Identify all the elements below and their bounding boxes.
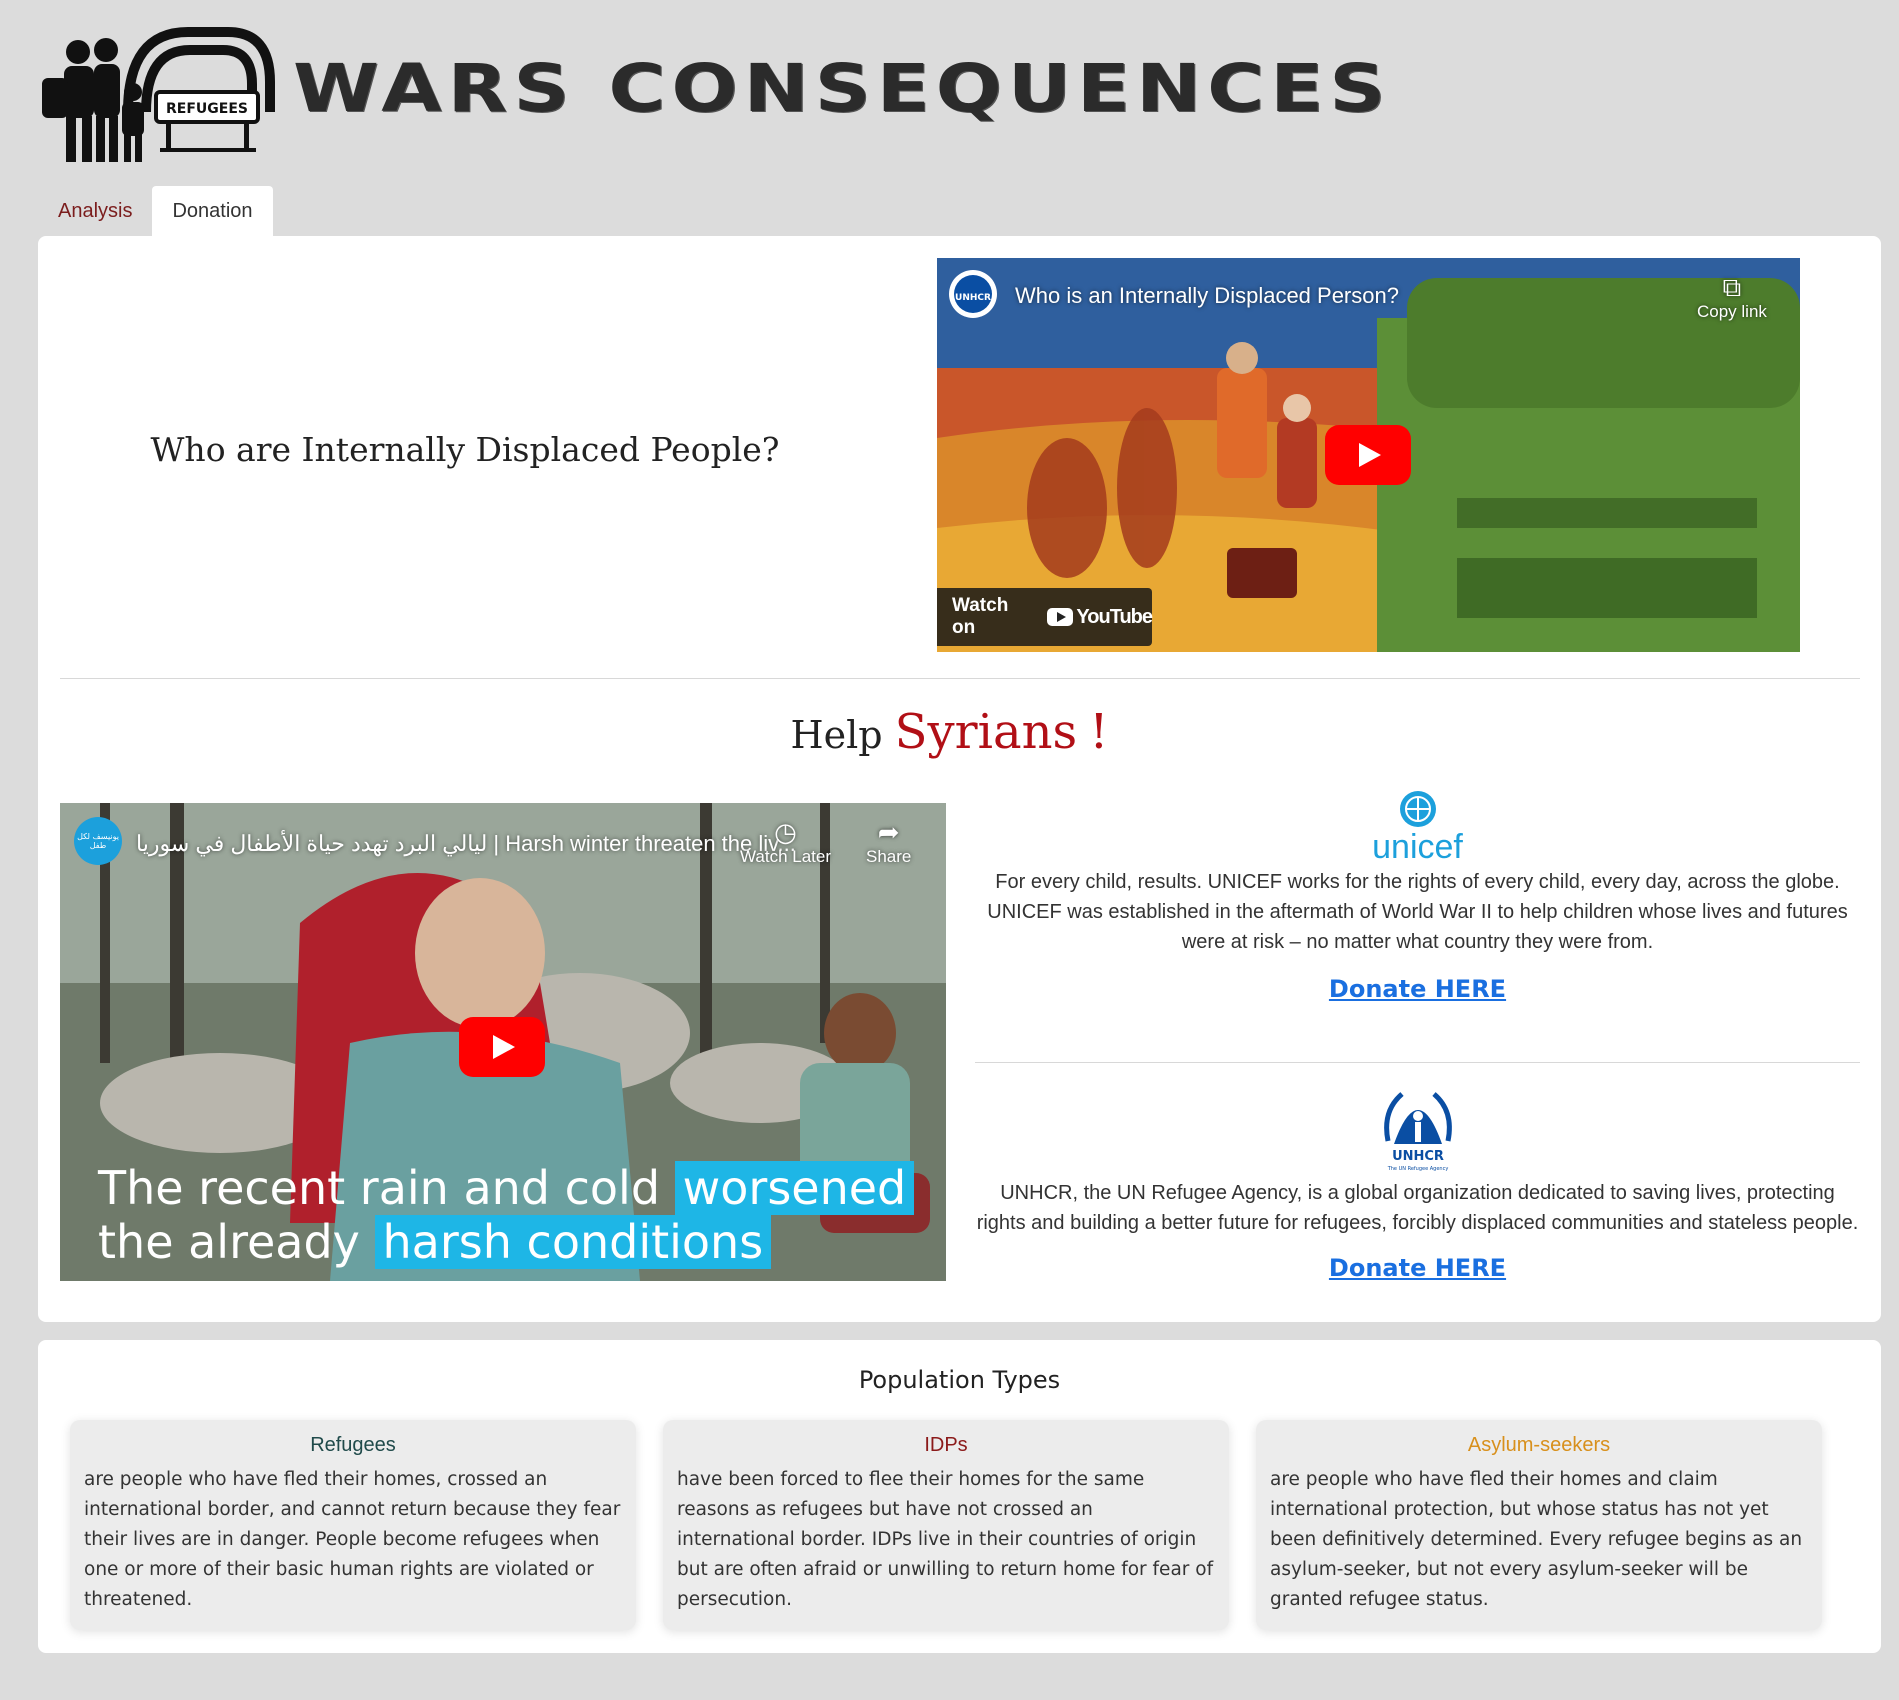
share-button[interactable]: ➦ Share bbox=[866, 817, 911, 867]
help-highlight: Syrians bbox=[894, 704, 1078, 760]
video-caption-line-1: The recent rain and cold worsened bbox=[98, 1161, 915, 1215]
unhcr-logo-icon: UNHCR bbox=[954, 275, 992, 313]
idp-video-title[interactable]: Who is an Internally Displaced Person? bbox=[1015, 283, 1399, 309]
card-title: IDPs bbox=[924, 1434, 968, 1456]
unhcr-description: UNHCR, the UN Refugee Agency, is a globa… bbox=[976, 1182, 1859, 1234]
unhcr-logo-text: UNHCR bbox=[1392, 1149, 1444, 1164]
watch-on-youtube-button[interactable]: Watch on YouTube bbox=[937, 588, 1153, 646]
card-title: Refugees bbox=[310, 1434, 396, 1456]
card-text: are people who have fled their homes, cr… bbox=[84, 1469, 621, 1610]
copy-link-button[interactable]: ⧉ Copy link bbox=[1697, 272, 1767, 322]
unicef-block: unicef For every child, results. UNICEF … bbox=[975, 788, 1860, 1003]
org-divider bbox=[975, 1062, 1860, 1063]
refugees-logo[interactable]: REFUGEES bbox=[38, 22, 278, 172]
site-header: REFUGEES WARS CONSEQUENCES bbox=[38, 22, 1385, 172]
site-title: WARS CONSEQUENCES bbox=[293, 50, 1392, 127]
population-card-asylum-seekers: Asylum-seekers are people who have fled … bbox=[1256, 1420, 1822, 1630]
play-button[interactable] bbox=[1325, 425, 1411, 485]
population-types-panel: Population Types Refugees are people who… bbox=[38, 1340, 1881, 1653]
tab-donation[interactable]: Donation bbox=[152, 186, 273, 236]
youtube-logo-icon: YouTube bbox=[1047, 606, 1153, 629]
population-card-idps: IDPs have been forced to flee their home… bbox=[663, 1420, 1229, 1630]
unicef-globe-icon bbox=[1399, 791, 1436, 827]
copy-icon: ⧉ bbox=[1722, 272, 1742, 302]
unicef-description: For every child, results. UNICEF works f… bbox=[987, 871, 1848, 953]
unicef-logo-text: unicef bbox=[1372, 828, 1463, 866]
idp-video-embed[interactable]: UNHCR Who is an Internally Displaced Per… bbox=[937, 258, 1800, 652]
population-card-refugees: Refugees are people who have fled their … bbox=[70, 1420, 636, 1630]
refugee-family-icon: REFUGEES bbox=[42, 27, 275, 162]
svg-text:UNHCR: UNHCR bbox=[955, 293, 991, 303]
card-text: have been forced to flee their homes for… bbox=[677, 1469, 1214, 1610]
tab-bar: Analysis Donation bbox=[38, 186, 273, 236]
logo-sign-text: REFUGEES bbox=[166, 101, 248, 117]
unhcr-channel-avatar[interactable]: UNHCR bbox=[949, 270, 997, 318]
idp-question-heading: Who are Internally Displaced People? bbox=[150, 430, 780, 469]
help-syrians-heading: Help Syrians ! bbox=[790, 704, 1109, 760]
tab-analysis[interactable]: Analysis bbox=[38, 186, 152, 236]
syria-video-title[interactable]: ليالي البرد تهدد حياة الأطفال في سوريا |… bbox=[136, 831, 796, 857]
unhcr-block: UNHCR The UN Refugee Agency UNHCR, the U… bbox=[975, 1086, 1860, 1282]
card-text: are people who have fled their homes and… bbox=[1270, 1469, 1803, 1610]
syria-video-embed[interactable]: يونيسف لكل طفل ليالي البرد تهدد حياة الأ… bbox=[60, 803, 946, 1281]
population-types-title: Population Types bbox=[858, 1366, 1061, 1394]
unhcr-logo-icon: UNHCR The UN Refugee Agency bbox=[1383, 1092, 1452, 1172]
section-divider bbox=[60, 678, 1860, 679]
unicef-channel-avatar[interactable]: يونيسف لكل طفل bbox=[74, 817, 122, 865]
play-button[interactable] bbox=[459, 1017, 545, 1077]
unicef-donate-link[interactable]: Donate HERE bbox=[1329, 975, 1506, 1003]
card-title: Asylum-seekers bbox=[1467, 1434, 1611, 1456]
share-icon: ➦ bbox=[877, 817, 900, 847]
watch-later-button[interactable]: ◷ Watch Later bbox=[740, 817, 831, 867]
video-caption-line-2: the already harsh conditions bbox=[98, 1215, 772, 1269]
unhcr-tagline-text: The UN Refugee Agency bbox=[1386, 1166, 1448, 1172]
clock-icon: ◷ bbox=[774, 817, 797, 847]
unhcr-donate-link[interactable]: Donate HERE bbox=[1329, 1254, 1506, 1282]
